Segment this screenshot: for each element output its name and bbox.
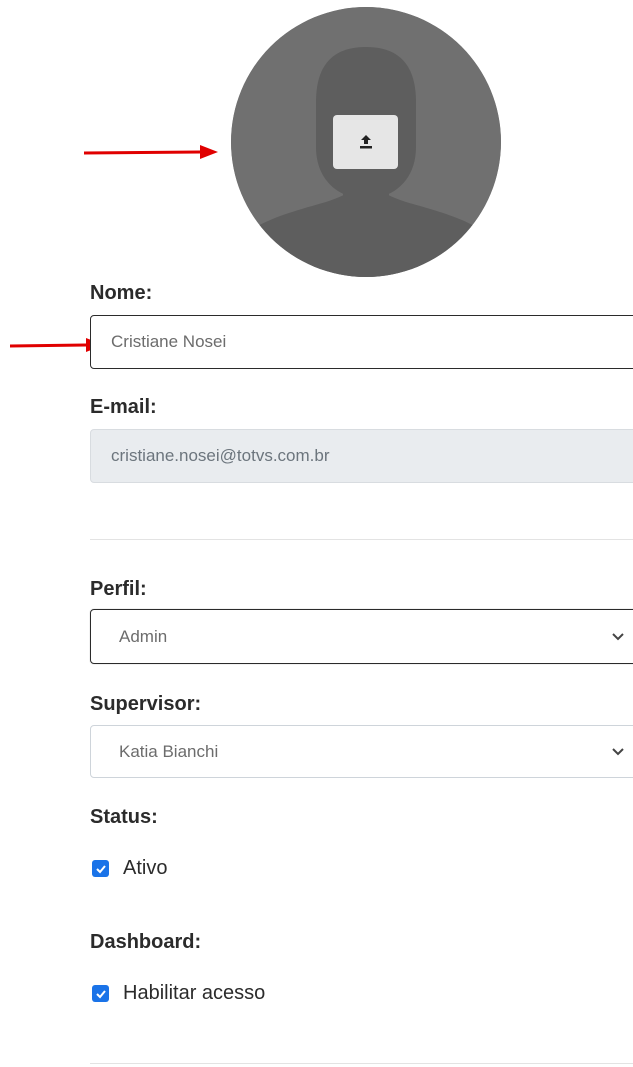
name-field-value: Cristiane Nosei <box>111 332 227 351</box>
supervisor-select[interactable]: Katia Bianchi <box>90 725 633 778</box>
bottom-divider <box>90 1063 633 1064</box>
perfil-label: Perfil: <box>90 578 147 600</box>
status-label: Status: <box>90 806 158 828</box>
dashboard-checkbox-label: Habilitar acesso <box>123 982 266 1004</box>
chevron-down-icon <box>612 632 624 640</box>
status-checkbox-row[interactable]: Ativo <box>92 857 167 880</box>
annotation-arrow-avatar <box>84 142 219 162</box>
section-divider <box>90 539 633 540</box>
email-field[interactable]: cristiane.nosei@totvs.com.br <box>90 429 633 483</box>
perfil-selected-value: Admin <box>119 626 168 646</box>
email-field-value: cristiane.nosei@totvs.com.br <box>111 446 330 465</box>
dashboard-label: Dashboard: <box>90 931 202 953</box>
email-label: E-mail: <box>90 396 157 418</box>
upload-icon <box>359 135 372 149</box>
name-label: Nome: <box>90 282 153 304</box>
name-field[interactable]: Cristiane Nosei <box>90 315 633 369</box>
dashboard-checkbox[interactable] <box>92 985 109 1002</box>
checkmark-icon <box>95 864 106 873</box>
supervisor-label: Supervisor: <box>90 693 202 715</box>
supervisor-selected-value: Katia Bianchi <box>119 741 219 761</box>
checkmark-icon <box>95 989 106 998</box>
dashboard-checkbox-row[interactable]: Habilitar acesso <box>92 982 265 1005</box>
status-checkbox-label: Ativo <box>123 857 168 879</box>
upload-photo-button[interactable] <box>333 115 398 169</box>
perfil-select[interactable]: Admin <box>90 609 633 664</box>
status-checkbox[interactable] <box>92 860 109 877</box>
chevron-down-icon <box>612 747 624 755</box>
